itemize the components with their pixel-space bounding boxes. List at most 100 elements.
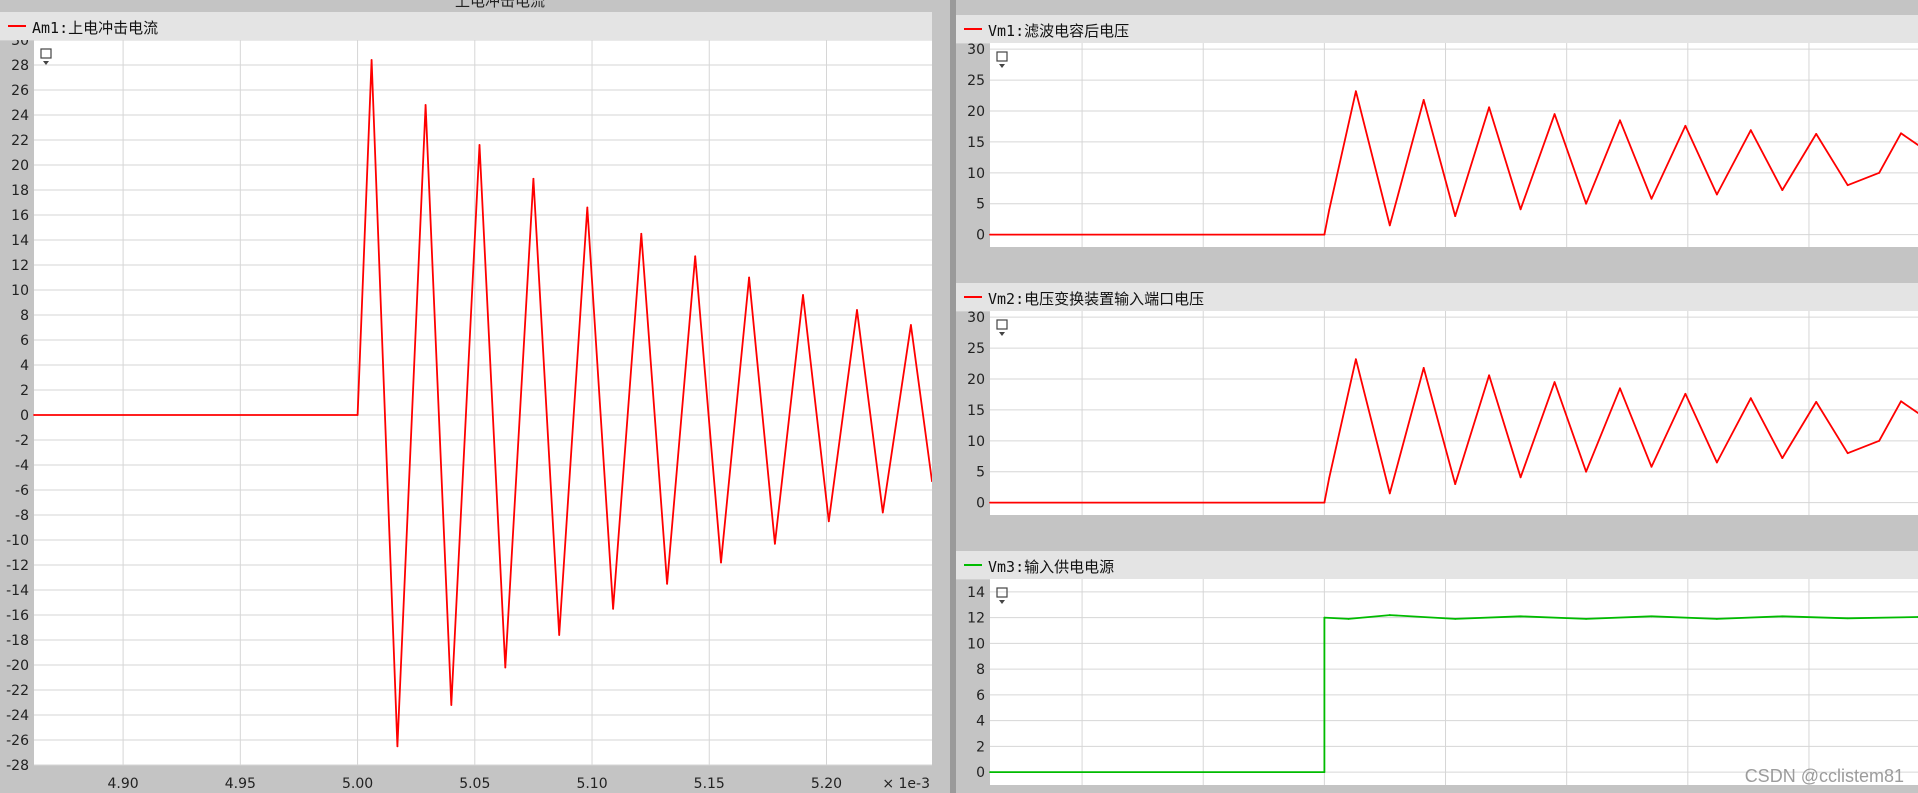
svg-vm2-series-0-point-11 xyxy=(1619,387,1621,390)
svg-am1-series-0-point-7 xyxy=(504,666,507,669)
svg-vm2-series-0-point-5 xyxy=(1422,366,1425,369)
watermark: CSDN @cclistem81 xyxy=(1744,766,1904,786)
svg-vm3-ytick-1: 12 xyxy=(967,611,985,627)
svg-am1-ytick-12: 6 xyxy=(20,333,29,349)
svg-vm3-series-0-point-8 xyxy=(1650,615,1653,618)
svg-vm3-series-0-point-5 xyxy=(1454,618,1457,620)
svg-vm2-ytick-5: 5 xyxy=(976,465,985,481)
svg-am1-ytick-3: 24 xyxy=(11,108,29,124)
svg-am1-series-0-point-18 xyxy=(802,294,804,296)
svg-vm3-ytick-5: 4 xyxy=(976,714,985,730)
svg-vm2-ytick-6: 0 xyxy=(976,496,985,512)
vm3-chart[interactable]: 14 12 10 8 6 4 2 0 xyxy=(956,579,1918,793)
svg-am1-series-0-point-20 xyxy=(856,309,858,311)
vm1-chart[interactable]: 30 25 20 15 10 5 0 xyxy=(956,43,1918,255)
svg-am1-series-0-point-3 xyxy=(396,745,399,748)
svg-vm3-series-0-point-0 xyxy=(989,771,991,774)
svg-vm3-ytick-3: 8 xyxy=(976,662,985,678)
svg-vm3-series-0-point-2 xyxy=(1323,616,1326,619)
svg-vm2-series-0-point-15 xyxy=(1749,397,1752,400)
svg-am1-xunit: × 1e-3 xyxy=(882,776,930,792)
svg-vm1-series-0-point-20 xyxy=(1900,132,1902,135)
am1-chart-panel[interactable]: Am1:上电冲击电流 30 28 26 24 22 20 18 16 14 12 10 8 6 4 2 0 -2… xyxy=(0,12,932,793)
svg-vm3-series-0-point-7 xyxy=(1585,618,1587,620)
svg-vm1-series-0-point-5 xyxy=(1422,98,1425,101)
svg-am1-series-0-point-19 xyxy=(827,520,830,523)
svg-vm3-ytick-4: 6 xyxy=(976,688,985,704)
svg-am1-series-0-point-11 xyxy=(612,607,615,610)
svg-am1-series-0-point-5 xyxy=(450,704,453,706)
svg-am1-series-0-point-2 xyxy=(370,59,373,61)
svg-am1-series-0-point-17 xyxy=(774,542,776,545)
vm2-chart-panel[interactable]: Vm2:电压变换装置输入端口电压 30 25 20 15 10 5 0 xyxy=(956,283,1918,523)
svg-vm2-series-0-point-20 xyxy=(1900,400,1902,403)
svg-vm1-ytick-3: 15 xyxy=(967,135,985,151)
am1-legend: Am1:上电冲击电流 xyxy=(0,12,932,41)
svg-vm1-ytick-5: 5 xyxy=(976,197,985,213)
svg-vm1-series-0-point-12 xyxy=(1650,197,1653,200)
left-chart-title: 上电冲击电流 xyxy=(454,0,545,10)
svg-vm2-series-0-point-14 xyxy=(1715,461,1718,464)
svg-am1-series-0-point-13 xyxy=(666,582,668,585)
svg-vm1-series-0-point-0 xyxy=(989,233,991,236)
svg-vm1-ytick-2: 20 xyxy=(967,104,985,120)
svg-vm1-series-0-point-8 xyxy=(1519,208,1522,211)
svg-vm1-series-0-point-17 xyxy=(1815,132,1818,135)
svg-am1-series-0-point-0 xyxy=(33,414,35,416)
svg-vm3-plot-area xyxy=(990,579,1918,785)
svg-am1-ytick-16: -2 xyxy=(15,433,29,449)
svg-am1-ytick-21: -12 xyxy=(6,558,29,574)
svg-am1-ytick-8: 14 xyxy=(11,233,29,249)
vm3-chart-panel[interactable]: Vm3:输入供电电源 14 12 10 8 6 4 2 0 xyxy=(956,551,1918,793)
svg-vm2-series-0-point-2 xyxy=(1328,477,1331,479)
svg-am1-series-0-point-15 xyxy=(720,561,722,564)
vm1-legend-label: Vm1:滤波电容后电压 xyxy=(988,22,1130,40)
svg-am1-ytick-5: 20 xyxy=(11,158,29,174)
svg-am1-series-0-point-6 xyxy=(478,144,481,146)
svg-vm2-series-0-point-7 xyxy=(1488,374,1491,377)
svg-vm1-ytick-4: 10 xyxy=(967,166,985,182)
svg-am1-ytick-0: 30 xyxy=(11,40,29,49)
svg-am1-series-0-point-1 xyxy=(356,414,359,416)
svg-vm1-plot-area xyxy=(990,43,1918,247)
vm3-legend-line xyxy=(964,564,982,566)
svg-am1-ytick-2: 26 xyxy=(11,83,29,99)
svg-am1-series-0-point-16 xyxy=(748,276,751,279)
svg-vm2-plot-area xyxy=(990,311,1918,515)
vm1-chart-panel[interactable]: Vm1:滤波电容后电压 30 25 20 15 10 5 0 xyxy=(956,15,1918,255)
svg-am1-xtick-2: 5.00 xyxy=(342,776,373,792)
svg-vm1-series-0-point-11 xyxy=(1619,119,1621,122)
am1-legend-line xyxy=(8,25,26,27)
svg-am1-series-0-point-4 xyxy=(424,104,427,106)
svg-vm3-series-0-point-11 xyxy=(1846,617,1849,620)
svg-vm2-series-0-point-19 xyxy=(1878,439,1881,442)
svg-vm2-series-0-point-17 xyxy=(1815,400,1818,403)
svg-am1-ytick-14: 2 xyxy=(20,383,29,399)
svg-vm1-ytick-0: 30 xyxy=(967,43,985,58)
svg-vm1-series-0-point-14 xyxy=(1715,193,1718,196)
svg-vm1-series-0-point-1 xyxy=(1323,233,1326,236)
svg-am1-ytick-19: -8 xyxy=(15,508,29,524)
svg-am1-series-0-point-14 xyxy=(694,255,697,258)
am1-chart[interactable]: 302826242220181614121086420-2-4-6-8-10-1… xyxy=(0,40,932,793)
vm2-chart[interactable]: 30 25 20 15 10 5 0 xyxy=(956,311,1918,523)
svg-vm2-series-0-point-0 xyxy=(989,501,991,504)
svg-vm2-series-0-point-8 xyxy=(1519,476,1522,479)
svg-am1-ytick-7: 16 xyxy=(11,208,29,224)
svg-vm1-series-0-point-4 xyxy=(1388,224,1391,227)
svg-am1-ytick-22: -14 xyxy=(6,583,29,599)
svg-vm2-ytick-0: 30 xyxy=(967,311,985,326)
svg-am1-ytick-1: 28 xyxy=(11,58,29,74)
svg-vm3-series-0-point-3 xyxy=(1347,618,1350,620)
svg-vm3-series-0-point-6 xyxy=(1519,615,1522,618)
svg-vm3-series-0-point-10 xyxy=(1781,615,1784,618)
svg-am1-ytick-13: 4 xyxy=(20,358,29,374)
svg-vm2-series-0-point-6 xyxy=(1454,483,1457,485)
svg-am1-ytick-28: -26 xyxy=(6,733,29,749)
svg-am1-xtick-6: 5.20 xyxy=(811,776,842,792)
svg-vm1-ytick-1: 25 xyxy=(967,73,985,89)
svg-am1-ytick-17: -4 xyxy=(15,458,29,474)
svg-am1-ytick-27: -24 xyxy=(6,708,29,724)
vm2-legend: Vm2:电压变换装置输入端口电压 xyxy=(956,283,1918,312)
svg-vm1-series-0-point-10 xyxy=(1585,202,1587,205)
